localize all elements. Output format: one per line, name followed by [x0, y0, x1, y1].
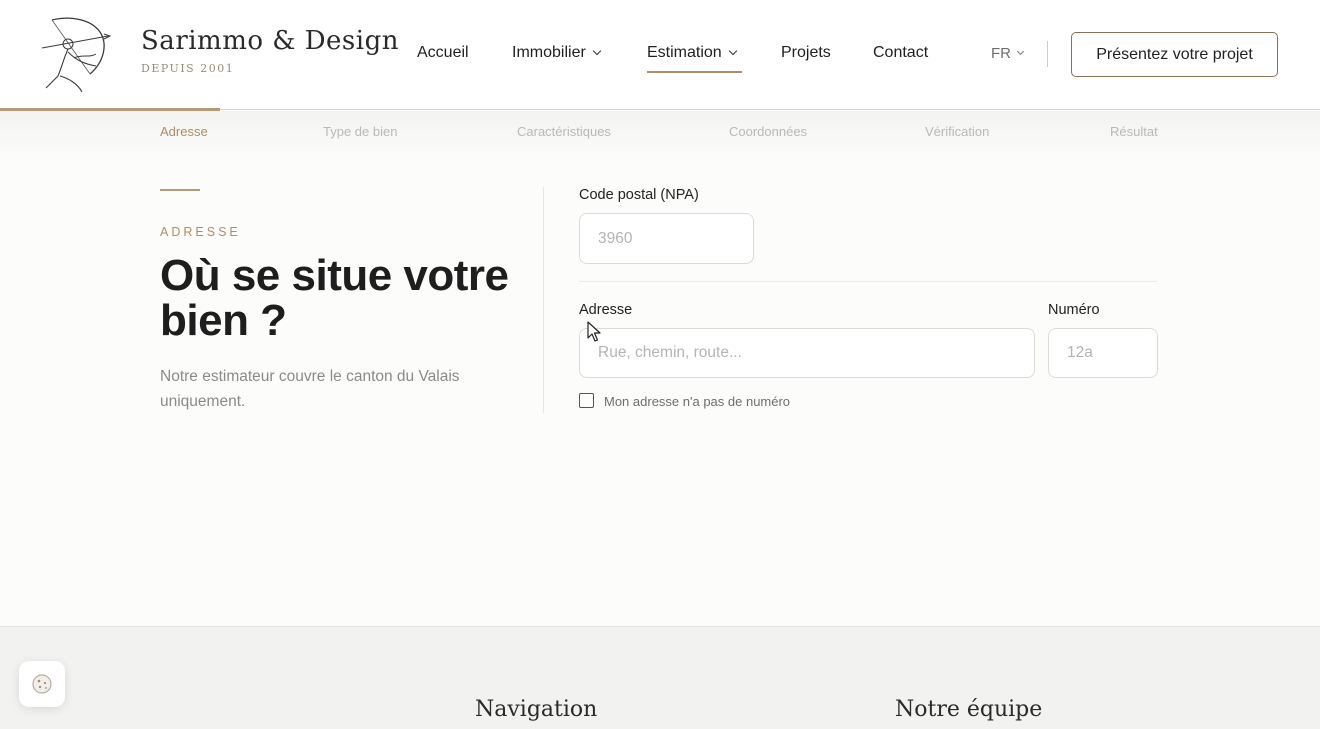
nav-label: Estimation [647, 44, 722, 61]
chevron-down-icon [728, 46, 737, 56]
accent-line [160, 189, 200, 191]
language-label: FR [991, 45, 1011, 62]
postal-code-label: Code postal (NPA) [579, 187, 699, 203]
language-selector[interactable]: FR [991, 45, 1025, 62]
nav-label: Projets [781, 44, 831, 61]
step-coordonnees[interactable]: Coordonnées [729, 124, 807, 139]
nav-item-contact[interactable]: Contact [873, 44, 928, 62]
form-divider [579, 281, 1157, 282]
nav-label: Immobilier [512, 44, 586, 61]
archer-logo-icon[interactable] [38, 14, 122, 94]
brand-name: Sarimmo & Design [141, 26, 399, 56]
cookie-settings-button[interactable] [19, 661, 65, 707]
postal-code-input[interactable] [579, 213, 754, 264]
address-input[interactable] [579, 328, 1035, 378]
nav-item-immobilier[interactable]: Immobilier [512, 44, 602, 62]
nav-item-accueil[interactable]: Accueil [417, 44, 469, 62]
site-footer [0, 626, 1320, 729]
cookie-icon [32, 674, 52, 694]
header-divider [1047, 41, 1048, 67]
step-verification[interactable]: Vérification [925, 124, 989, 139]
brand-since: DEPUIS 2001 [141, 62, 235, 75]
number-label: Numéro [1048, 302, 1100, 318]
nav-item-estimation[interactable]: Estimation [647, 44, 737, 62]
chevron-down-icon [1016, 47, 1025, 56]
step-resultat[interactable]: Résultat [1110, 124, 1158, 139]
step-adresse[interactable]: Adresse [160, 124, 208, 139]
chevron-down-icon [592, 46, 602, 56]
nav-label: Accueil [417, 44, 469, 61]
nav-item-projets[interactable]: Projets [781, 44, 831, 62]
intro-description: Notre estimateur couvre le canton du Val… [160, 368, 460, 410]
brand[interactable]: Sarimmo & Design DEPUIS 2001 [141, 26, 399, 75]
no-number-label[interactable]: Mon adresse n'a pas de numéro [604, 394, 790, 409]
nav-label: Contact [873, 44, 929, 61]
section-eyebrow: ADRESSE [160, 225, 241, 239]
nav-active-indicator [647, 71, 742, 73]
step-type-de-bien[interactable]: Type de bien [323, 124, 397, 139]
present-project-button[interactable]: Présentez votre projet [1071, 32, 1278, 77]
page-title: Où se situe votre bien ? [160, 251, 509, 345]
address-label: Adresse [579, 302, 633, 318]
no-number-checkbox[interactable] [579, 393, 594, 408]
footer-team-heading: Notre équipe [895, 697, 1043, 722]
number-input[interactable] [1048, 328, 1158, 378]
column-divider [543, 187, 544, 413]
site-header: Sarimmo & Design DEPUIS 2001 Accueil Imm… [0, 0, 1320, 110]
mouse-pointer-icon [587, 321, 601, 342]
footer-navigation-heading: Navigation [475, 697, 598, 722]
step-caracteristiques[interactable]: Caractéristiques [517, 124, 611, 139]
wizard-steps: Adresse Type de bien Caractéristiques Co… [0, 111, 1320, 151]
